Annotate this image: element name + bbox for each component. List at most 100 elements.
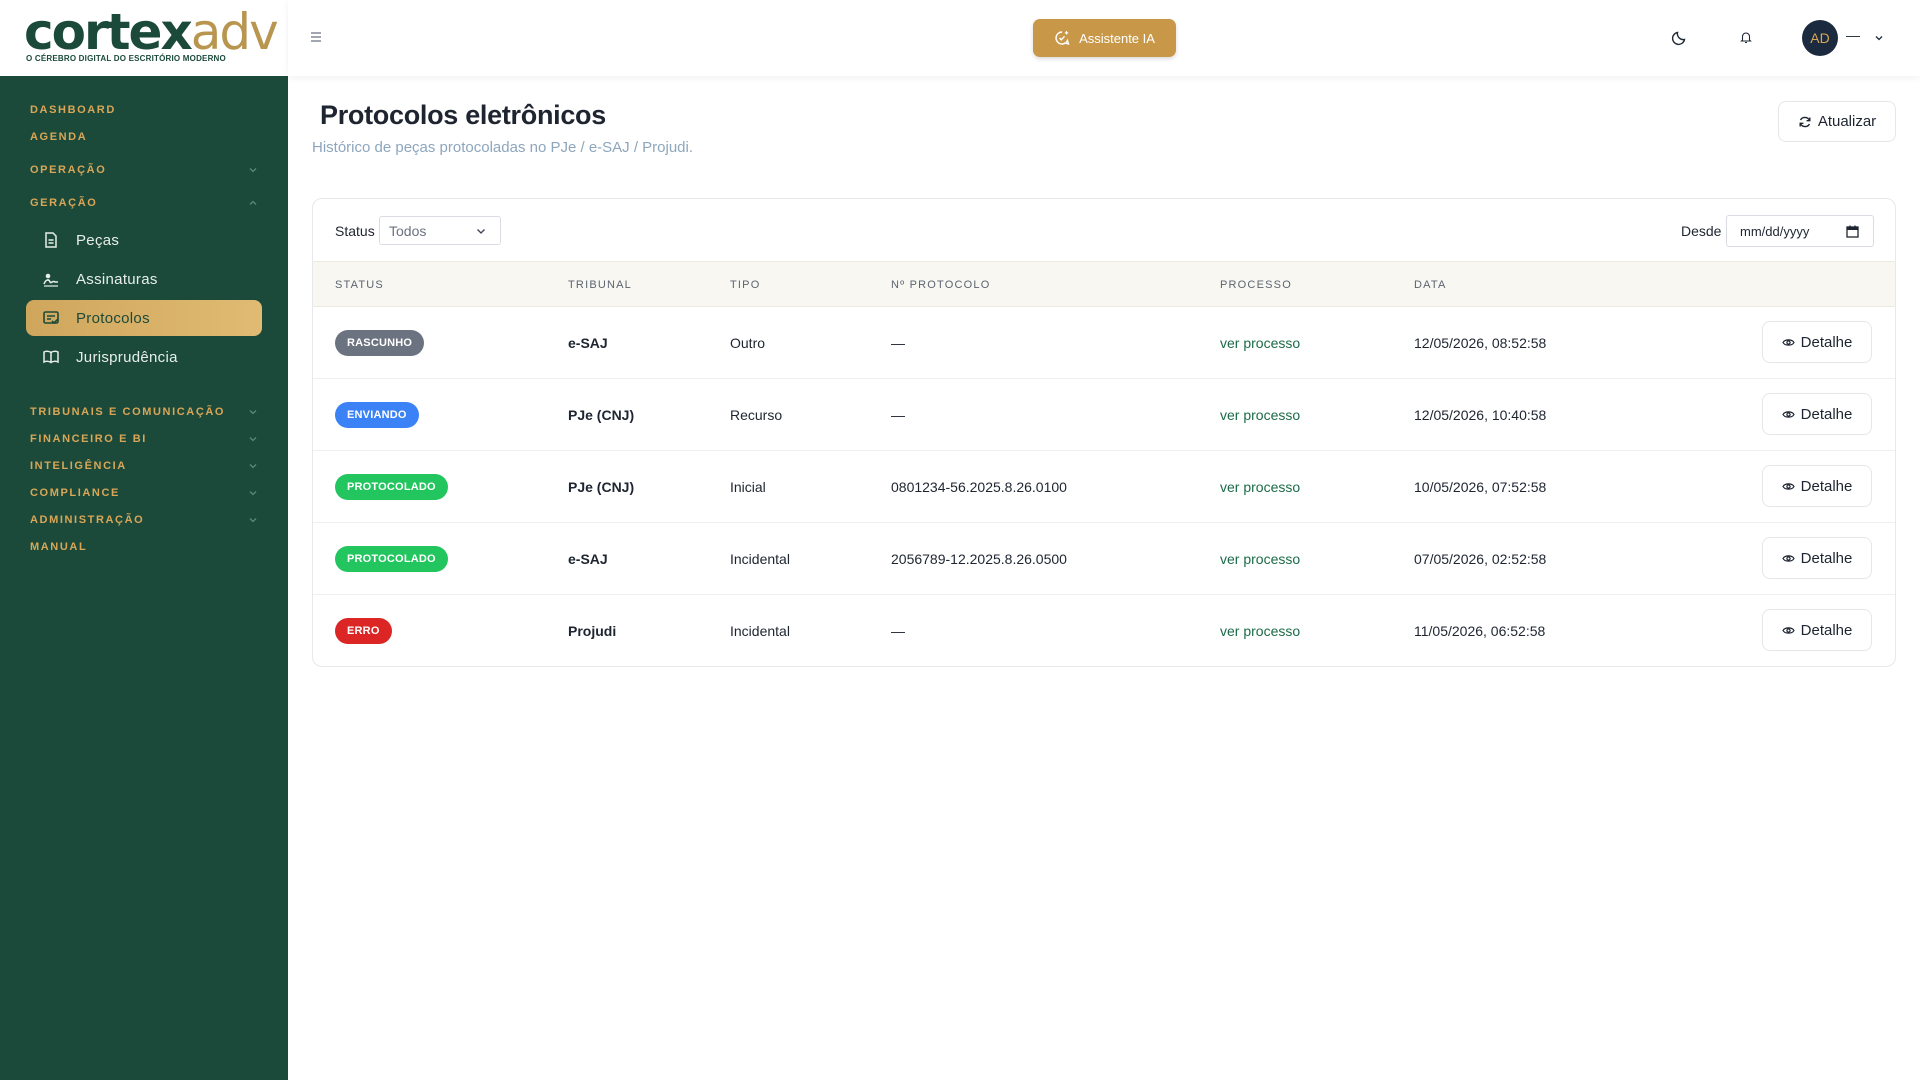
sidebar-item-manual[interactable]: MANUAL (0, 533, 288, 560)
sidebar-item-jurisprudencia[interactable]: Jurisprudência (26, 339, 262, 375)
sidebar-item-label: Assinaturas (76, 270, 158, 288)
sidebar-group-compliance[interactable]: COMPLIANCE (0, 479, 288, 506)
detail-label: Detalhe (1800, 333, 1853, 351)
detail-button[interactable]: Detalhe (1762, 609, 1872, 651)
sidebar-item-label: DASHBOARD (30, 103, 116, 116)
sidebar-item-protocolos[interactable]: Protocolos (26, 300, 262, 336)
sidebar-item-agenda[interactable]: AGENDA (0, 123, 288, 150)
sidebar-item-label: TRIBUNAIS E COMUNICAÇÃO (30, 405, 226, 418)
eye-icon (1781, 338, 1795, 346)
refresh-button[interactable]: Atualizar (1778, 101, 1896, 142)
status-badge: PROTOCOLADO (335, 474, 448, 500)
tribunal-cell: PJe (CNJ) (568, 407, 635, 423)
logo-accent-text: adv (190, 3, 279, 61)
protocolo-cell: 0801234-56.2025.8.26.0100 (891, 479, 1067, 495)
detail-button[interactable]: Detalhe (1762, 537, 1872, 579)
logo[interactable]: cortexadv O CÉREBRO DIGITAL DO ESCRITÓRI… (0, 0, 288, 76)
status-select[interactable]: Todos (379, 216, 501, 245)
calendar-icon[interactable] (1846, 225, 1859, 238)
book-icon (43, 350, 59, 364)
chevron-down-icon (249, 490, 257, 495)
sidebar-item-label: Peças (76, 231, 120, 249)
chevron-up-icon (249, 200, 257, 205)
ai-assistant-label: Assistente IA (1079, 30, 1155, 46)
sidebar-item-dashboard[interactable]: DASHBOARD (0, 96, 288, 123)
sidebar-group-geracao[interactable]: GERAÇÃO (0, 189, 288, 216)
eye-icon (1781, 554, 1795, 562)
sidebar-item-label: AGENDA (30, 130, 88, 143)
sidebar-group-tribunais[interactable]: TRIBUNAIS E COMUNICAÇÃO (0, 398, 288, 425)
signature-icon (43, 273, 58, 287)
sidebar-item-assinaturas[interactable]: Assinaturas (26, 261, 262, 297)
ver-processo-link[interactable]: ver processo (1220, 407, 1300, 423)
sidebar-item-label: OPERAÇÃO (30, 163, 107, 176)
detail-button[interactable]: Detalhe (1762, 321, 1872, 363)
status-filter-label: Status (335, 223, 375, 239)
detail-label: Detalhe (1800, 405, 1853, 423)
refresh-label: Atualizar (1817, 113, 1877, 130)
eye-icon (1781, 482, 1795, 490)
sidebar-group-operacao[interactable]: OPERAÇÃO (0, 156, 288, 183)
chevron-down-icon[interactable] (1874, 33, 1884, 43)
tribunal-cell: Projudi (568, 623, 617, 639)
sidebar-item-label: GERAÇÃO (30, 196, 98, 209)
detail-label: Detalhe (1800, 549, 1853, 567)
tipo-cell: Recurso (730, 407, 783, 423)
tipo-cell: Outro (730, 335, 766, 351)
tipo-cell: Inicial (730, 479, 766, 495)
sidebar-group-inteligencia[interactable]: INTELIGÊNCIA (0, 452, 288, 479)
ver-processo-link[interactable]: ver processo (1220, 623, 1300, 639)
column-header-data: DATA (1414, 279, 1447, 291)
ai-assistant-button[interactable]: Assistente IA (1033, 19, 1176, 57)
sidebar-group-administracao[interactable]: ADMINISTRAÇÃO (0, 506, 288, 533)
ver-processo-link[interactable]: ver processo (1220, 335, 1300, 351)
filters-bar: Status Todos Desde mm/dd/yyyy (313, 199, 1895, 261)
tribunal-cell: e-SAJ (568, 335, 608, 351)
detail-button[interactable]: Detalhe (1762, 465, 1872, 507)
desde-date-input[interactable]: mm/dd/yyyy (1726, 215, 1874, 247)
chevron-down-icon (249, 409, 257, 414)
sidebar-nav: DASHBOARD AGENDA OPERAÇÃO GERAÇÃO Peças … (0, 76, 288, 560)
table-row: RASCUNHO e-SAJ Outro — ver processo 12/0… (313, 307, 1895, 379)
sidebar-item-label: ADMINISTRAÇÃO (30, 513, 145, 526)
detail-button[interactable]: Detalhe (1762, 393, 1872, 435)
status-badge: ERRO (335, 618, 392, 644)
eye-icon (1781, 410, 1795, 418)
table-row: ENVIANDO PJe (CNJ) Recurso — ver process… (313, 379, 1895, 451)
eye-icon (1781, 626, 1795, 634)
data-cell: 07/05/2026, 02:52:58 (1414, 551, 1547, 567)
desde-filter-label: Desde (1681, 223, 1722, 239)
user-name[interactable]: — (1846, 27, 1860, 43)
protocolo-cell: — (891, 407, 905, 423)
protocol-icon (43, 311, 59, 325)
bell-icon[interactable] (1739, 30, 1753, 44)
tipo-cell: Incidental (730, 551, 790, 567)
data-cell: 12/05/2026, 10:40:58 (1414, 407, 1547, 423)
avatar[interactable]: AD (1802, 20, 1838, 56)
status-badge: PROTOCOLADO (335, 546, 448, 572)
sidebar-group-financeiro[interactable]: FINANCEIRO E BI (0, 425, 288, 452)
logo-main-text: cortex (24, 3, 193, 61)
sidebar-item-pecas[interactable]: Peças (26, 222, 262, 258)
moon-icon[interactable] (1671, 28, 1689, 46)
ver-processo-link[interactable]: ver processo (1220, 551, 1300, 567)
ver-processo-link[interactable]: ver processo (1220, 479, 1300, 495)
protocolo-cell: 2056789-12.2025.8.26.0500 (891, 551, 1067, 567)
date-input-placeholder: mm/dd/yyyy (1740, 223, 1810, 239)
logo-wordmark: cortexadv (24, 7, 279, 57)
page-subtitle: Histórico de peças protocoladas no PJe /… (312, 139, 694, 156)
chat-sparkle-icon (1055, 31, 1070, 46)
table-header: STATUS TRIBUNAL TIPO Nº PROTOCOLO PROCES… (313, 261, 1895, 307)
tribunal-cell: PJe (CNJ) (568, 479, 635, 495)
column-header-tipo: TIPO (730, 279, 761, 291)
sidebar-item-label: Jurisprudência (76, 348, 178, 366)
data-cell: 10/05/2026, 07:52:58 (1414, 479, 1547, 495)
table-row: ERRO Projudi Incidental — ver processo 1… (313, 595, 1895, 666)
protocolo-cell: — (891, 623, 905, 639)
status-select-value: Todos (389, 222, 427, 239)
hamburger-menu-icon[interactable] (310, 28, 322, 46)
table-body: RASCUNHO e-SAJ Outro — ver processo 12/0… (313, 307, 1895, 666)
protocols-card: Status Todos Desde mm/dd/yyyy STATUS TRI… (312, 198, 1896, 667)
sidebar-item-label: Protocolos (76, 309, 150, 327)
column-header-processo: PROCESSO (1220, 279, 1292, 291)
